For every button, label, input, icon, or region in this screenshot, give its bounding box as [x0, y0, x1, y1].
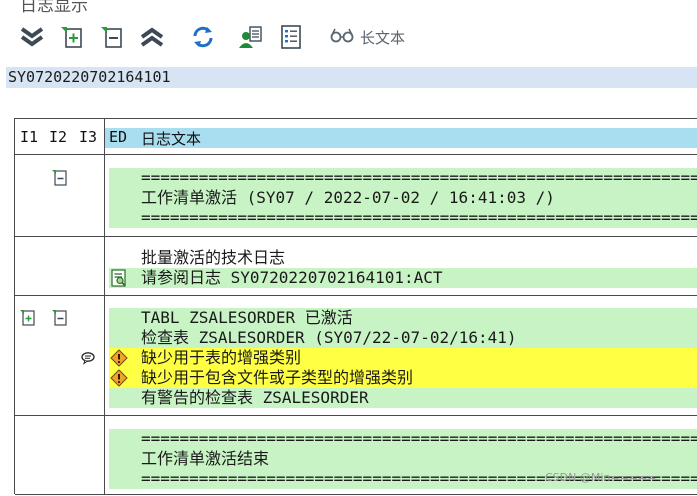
log-line-info[interactable]: TABL ZSALESORDER 已激活 — [141, 308, 697, 328]
log-id-text: SY0720220702164101 — [8, 68, 171, 86]
double-chevron-up-icon — [139, 26, 165, 48]
details-button[interactable] — [276, 23, 306, 51]
log-table: I1 I2 I3 ED 日志文本 =======================… — [14, 118, 697, 495]
window-title-text: 日志显示 — [20, 0, 88, 14]
collapse-all-button[interactable] — [137, 23, 167, 51]
log-line-info[interactable]: 有警告的检查表 ZSALESORDER — [141, 388, 697, 408]
long-text-label: 长文本 — [360, 28, 406, 47]
expand-node-icon — [59, 25, 85, 49]
column-header-log-text[interactable]: 日志文本 — [141, 128, 201, 149]
row-divider — [15, 154, 697, 155]
log-line-heading[interactable]: 工作清单激活结束 — [141, 449, 697, 469]
glasses-icon — [330, 27, 354, 47]
user-select-icon — [238, 24, 264, 50]
window-title: 日志显示 — [0, 0, 697, 14]
toolbar: 长文本 — [0, 16, 697, 58]
column-header-i1[interactable]: I1 — [20, 128, 38, 146]
collapse-node-icon[interactable] — [51, 309, 69, 327]
refresh-button[interactable] — [188, 23, 218, 51]
log-line-warning[interactable]: 缺少用于包含文件或子类型的增强类别 — [141, 368, 697, 388]
log-line-info[interactable]: 检查表 ZSALESORDER (SY07/22-07-02/16:41) — [141, 328, 697, 348]
refresh-icon — [190, 24, 216, 50]
warning-icon[interactable] — [110, 349, 128, 367]
row-divider — [15, 236, 697, 237]
log-line-separator[interactable]: ========================================… — [141, 168, 697, 188]
watermark: CSDN @Min===== — [545, 471, 657, 484]
expand-all-button[interactable] — [17, 23, 47, 51]
log-line-separator[interactable]: ========================================… — [141, 429, 697, 449]
long-text-button[interactable]: 长文本 — [330, 25, 405, 49]
log-line-separator[interactable]: ========================================… — [141, 208, 697, 228]
log-reference-icon[interactable] — [110, 269, 128, 287]
log-line-reference[interactable]: 请参阅日志 SY0720220702164101:ACT — [141, 268, 697, 288]
log-id-bar[interactable]: SY0720220702164101 — [6, 67, 697, 88]
select-user-button[interactable] — [236, 23, 266, 51]
row-divider — [15, 415, 697, 416]
column-header-i3[interactable]: I3 — [79, 128, 97, 146]
collapse-node-button[interactable] — [97, 23, 127, 51]
column-divider — [104, 119, 105, 495]
document-list-icon — [279, 24, 303, 50]
expand-node-icon[interactable] — [51, 169, 69, 187]
log-line-warning[interactable]: 缺少用于表的增强类别 — [141, 348, 697, 368]
column-header-ed[interactable]: ED — [109, 128, 127, 146]
long-text-bubble-icon[interactable] — [79, 349, 97, 367]
log-line-plain[interactable]: 批量激活的技术日志 — [141, 248, 697, 268]
row-divider — [15, 295, 697, 296]
row-divider — [15, 494, 697, 495]
column-header-i2[interactable]: I2 — [49, 128, 67, 146]
collapse-node-icon — [99, 25, 125, 49]
expand-node-icon[interactable] — [19, 309, 37, 327]
double-chevron-down-icon — [19, 26, 45, 48]
log-line-heading[interactable]: 工作清单激活 (SY07 / 2022-07-02 / 16:41:03 /) — [141, 188, 697, 208]
expand-node-button[interactable] — [57, 23, 87, 51]
warning-icon[interactable] — [110, 369, 128, 387]
